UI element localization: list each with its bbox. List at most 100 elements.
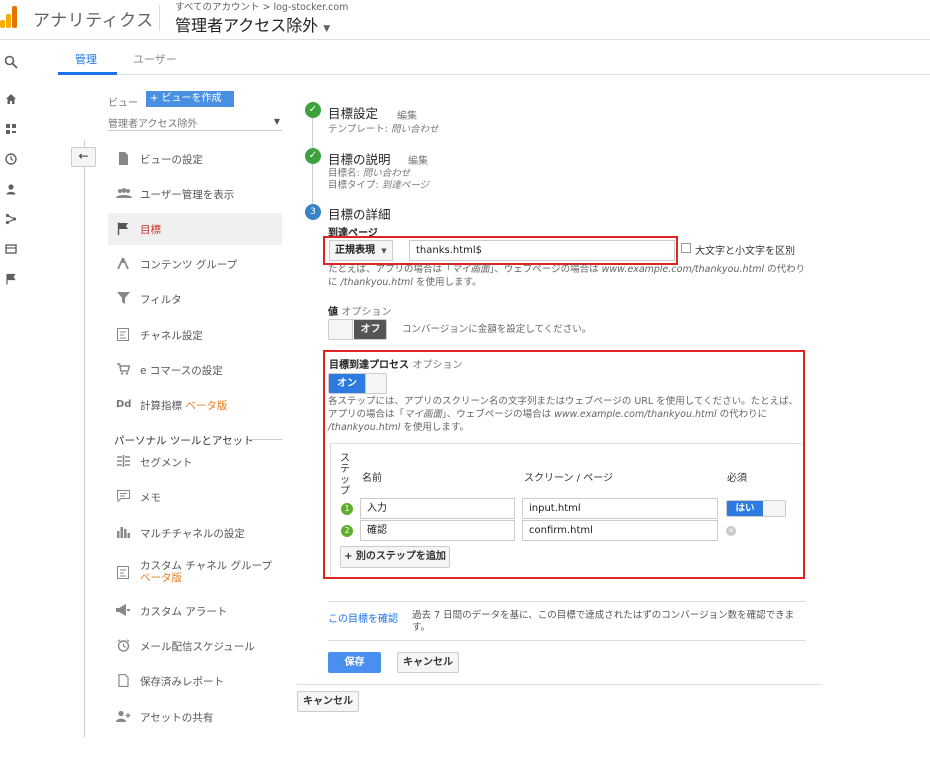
column-header-step: ステップ bbox=[340, 453, 350, 497]
menu-item-custom-channel-grouping[interactable]: カスタム チャネル グループ ベータ版 bbox=[108, 556, 282, 592]
menu-item-goals[interactable]: 目標 bbox=[108, 213, 282, 245]
menu-item-label: セグメント bbox=[140, 457, 193, 469]
comment-icon bbox=[116, 490, 130, 504]
toggle-state: はい bbox=[727, 501, 763, 516]
goal-setup-edit-link[interactable]: 編集 bbox=[397, 107, 417, 122]
menu-item-segments[interactable]: セグメント bbox=[108, 446, 282, 478]
menu-item-calculated-metrics[interactable]: Dd 計算指標 ベータ版 bbox=[108, 389, 282, 421]
toggle-state: オフ bbox=[354, 320, 386, 339]
funnel-label: 目標到達プロセス オプション bbox=[329, 360, 463, 371]
filter-icon bbox=[116, 292, 130, 306]
menu-item-label: マルチチャネルの設定 bbox=[140, 528, 245, 540]
goal-type: 目標タイプ: 到達ページ bbox=[328, 180, 430, 191]
app-title: アナリティクス bbox=[33, 11, 154, 31]
menu-item-share-assets[interactable]: アセットの共有 bbox=[108, 701, 282, 733]
divider bbox=[328, 640, 806, 641]
menu-item-label: チャネル設定 bbox=[140, 330, 203, 342]
menu-item-ecommerce-settings[interactable]: e コマースの設定 bbox=[108, 354, 282, 386]
step-screen-input[interactable]: confirm.html bbox=[522, 520, 718, 541]
menu-item-label: カスタム アラート bbox=[140, 606, 228, 618]
remove-step-icon[interactable]: ✕ bbox=[726, 526, 736, 536]
step-number-badge: 2 bbox=[341, 525, 353, 537]
home-icon[interactable] bbox=[3, 93, 19, 109]
document-icon bbox=[116, 152, 130, 166]
verify-goal-link[interactable]: この目標を確認 bbox=[328, 610, 398, 625]
person-icon[interactable] bbox=[3, 183, 19, 199]
destination-help: たとえば、アプリの場合は「マイ画面」、ウェブページの場合は www.exampl… bbox=[328, 264, 806, 288]
value-toggle[interactable]: オフ bbox=[328, 319, 387, 340]
goal-description-title: 目標の説明 bbox=[328, 152, 391, 167]
divider bbox=[297, 684, 822, 685]
analytics-logo[interactable] bbox=[0, 4, 22, 28]
bar-chart-icon bbox=[116, 526, 130, 540]
content-grouping-icon bbox=[116, 257, 130, 271]
menu-item-view-settings[interactable]: ビューの設定 bbox=[108, 143, 282, 175]
divider bbox=[159, 5, 160, 31]
value-optional: オプション bbox=[341, 307, 392, 318]
behavior-icon[interactable] bbox=[3, 243, 19, 259]
save-button[interactable]: 保存 bbox=[328, 652, 381, 673]
add-person-icon bbox=[116, 710, 131, 724]
step-name-input[interactable]: 入力 bbox=[360, 498, 515, 519]
acquisition-icon[interactable] bbox=[3, 213, 19, 229]
divider bbox=[248, 439, 282, 440]
case-sensitive-checkbox[interactable] bbox=[681, 243, 691, 253]
column-header-screen: スクリーン / ページ bbox=[524, 473, 614, 484]
goal-template: テンプレート: 問い合わせ bbox=[328, 124, 439, 135]
view-picker[interactable]: 管理者アクセス除外 ▼ bbox=[175, 12, 330, 36]
menu-item-scheduled-emails[interactable]: メール配信スケジュール bbox=[108, 630, 282, 662]
back-button[interactable]: ← bbox=[71, 147, 96, 167]
top-bar: アナリティクス すべてのアカウント > log-stocker.com 管理者ア… bbox=[0, 0, 930, 40]
calculated-metrics-icon: Dd bbox=[116, 399, 132, 410]
outer-cancel-button[interactable]: キャンセル bbox=[297, 691, 359, 712]
toggle-knob bbox=[365, 374, 386, 393]
menu-item-label: 保存済みレポート bbox=[140, 676, 224, 688]
toggle-state: オン bbox=[329, 374, 365, 393]
flag-icon[interactable] bbox=[3, 273, 19, 289]
menu-item-label: 計算指標 ベータ版 bbox=[140, 400, 228, 412]
step-required-toggle[interactable]: はい bbox=[726, 500, 786, 517]
clock-icon[interactable] bbox=[3, 153, 19, 169]
funnel-optional: オプション bbox=[412, 360, 463, 371]
verify-goal-text: 過去 7 日間のデータを基に、この目標で達成されたはずのコンバージョン数を確認で… bbox=[412, 610, 795, 633]
match-type-dropdown[interactable]: 正規表現 ▼ bbox=[329, 240, 393, 261]
menu-item-annotations[interactable]: メモ bbox=[108, 481, 282, 513]
menu-item-filters[interactable]: フィルタ bbox=[108, 283, 282, 315]
search-icon[interactable] bbox=[3, 55, 19, 71]
active-tab-indicator bbox=[58, 72, 117, 75]
caret-down-icon: ▼ bbox=[323, 24, 331, 34]
beta-badge: ベータ版 bbox=[140, 572, 182, 584]
menu-item-label: 目標 bbox=[140, 224, 161, 236]
create-view-button[interactable]: + ビューを作成 bbox=[146, 91, 234, 107]
menu-item-user-management[interactable]: ユーザー管理を表示 bbox=[108, 178, 282, 210]
menu-item-content-grouping[interactable]: コンテンツ グループ bbox=[108, 248, 282, 280]
menu-item-channel-settings[interactable]: チャネル設定 bbox=[108, 319, 282, 351]
menu-item-custom-alerts[interactable]: カスタム アラート bbox=[108, 595, 282, 627]
goal-setup-title: 目標設定 bbox=[328, 106, 379, 121]
channel-icon bbox=[116, 328, 130, 342]
menu-item-multichannel-settings[interactable]: マルチチャネルの設定 bbox=[108, 517, 282, 549]
step-number-badge: 3 bbox=[305, 204, 321, 220]
funnel-toggle[interactable]: オン bbox=[328, 373, 387, 394]
column-header-required: 必須 bbox=[727, 473, 747, 484]
dashboard-icon[interactable] bbox=[3, 123, 19, 139]
match-type-label: 正規表現 bbox=[335, 245, 375, 256]
view-select[interactable]: 管理者アクセス除外 ▼ bbox=[108, 115, 282, 131]
menu-item-saved-reports[interactable]: 保存済みレポート bbox=[108, 665, 282, 697]
tab-admin[interactable]: 管理 bbox=[75, 51, 97, 67]
menu-item-label: メモ bbox=[140, 492, 161, 504]
step-screen-input[interactable]: input.html bbox=[522, 498, 718, 519]
goal-description-edit-link[interactable]: 編集 bbox=[408, 152, 428, 167]
divider bbox=[328, 601, 806, 602]
funnel-help: 各ステップには、アプリのスクリーン名の文字列またはウェブページの URL を使用… bbox=[328, 396, 799, 433]
step-name-input[interactable]: 確認 bbox=[360, 520, 515, 541]
menu-item-label: アセットの共有 bbox=[140, 712, 214, 724]
cancel-button[interactable]: キャンセル bbox=[397, 652, 459, 673]
channel-icon bbox=[116, 566, 130, 580]
tab-user[interactable]: ユーザー bbox=[133, 51, 177, 67]
megaphone-icon bbox=[116, 604, 130, 618]
menu-item-label: カスタム チャネル グループ ベータ版 bbox=[140, 560, 272, 584]
back-arrow-icon: ← bbox=[78, 149, 89, 163]
destination-input[interactable]: thanks.html$ bbox=[409, 240, 675, 261]
add-step-button[interactable]: + 別のステップを追加 bbox=[340, 546, 450, 568]
